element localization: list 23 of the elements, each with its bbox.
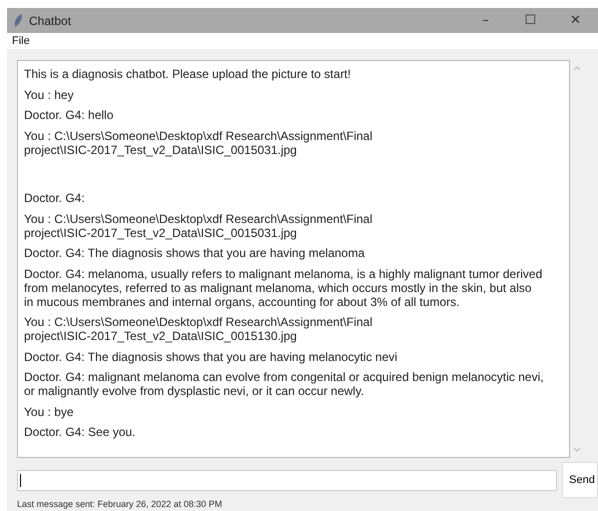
send-button[interactable]: Send	[562, 462, 598, 498]
menu-item[interactable]: File	[12, 35, 30, 47]
chat-message: Doctor. G4: The diagnosis shows that you are having melanocytic nevi	[24, 350, 398, 364]
chat-message: Doctor. G4: See you.	[24, 425, 136, 439]
status-text: Last message sent: February 26, 2022 at 08:30 PM	[17, 499, 224, 509]
scroll-up-icon[interactable]	[572, 66, 580, 71]
chat-message: Doctor. G4: The diagnosis shows that you are having melanoma	[24, 246, 366, 260]
chat-message: Doctor. G4:	[24, 191, 86, 205]
chat-message: You : C:\Users\Someone\Desktop\xdf Research\Assignment\Final project\ISIC-2017_Test_v2_Data\ISIC_0015130.jpg	[24, 315, 374, 343]
chat-message: You : bye	[24, 404, 75, 418]
chat-message: Doctor. G4: hello	[24, 108, 114, 122]
close-button[interactable]: ✕	[553, 8, 598, 33]
chat-message: Doctor. G4: malignant melanoma can evolve from congenital or acquired benign melanocytic nevi, or malignantly evolve from dysplastic nevi, or it can occur newly.	[24, 370, 545, 398]
window-title: Chatbot	[29, 14, 72, 28]
chat-message: You : hey	[24, 88, 75, 102]
chat-message: You : C:\Users\Someone\Desktop\xdf Research\Assignment\Final project\ISIC-2017_Test_v2_Data\ISIC_0015031.jpg	[24, 212, 374, 240]
scroll-down-icon[interactable]	[572, 447, 580, 452]
maximize-button[interactable]: ☐	[508, 8, 553, 33]
minimize-button[interactable]: –	[463, 8, 508, 33]
chat-message: This is a diagnosis chatbot. Please upload the picture to start!	[24, 67, 352, 81]
chat-message: You : C:\Users\Someone\Desktop\xdf Research\Assignment\Final project\ISIC-2017_Test_v2_Data\ISIC_0015031.jpg	[24, 128, 374, 156]
chat-message: Doctor. G4: melanoma, usually refers to malignant melanoma, is a highly malignant tumor derived from melanocytes, referred to as malignant melanoma, which occurs mostly in the skin, but also in mucous membranes and internal organs, accounting for about 3% of all tumors.	[24, 266, 544, 308]
feather-icon	[13, 14, 23, 28]
